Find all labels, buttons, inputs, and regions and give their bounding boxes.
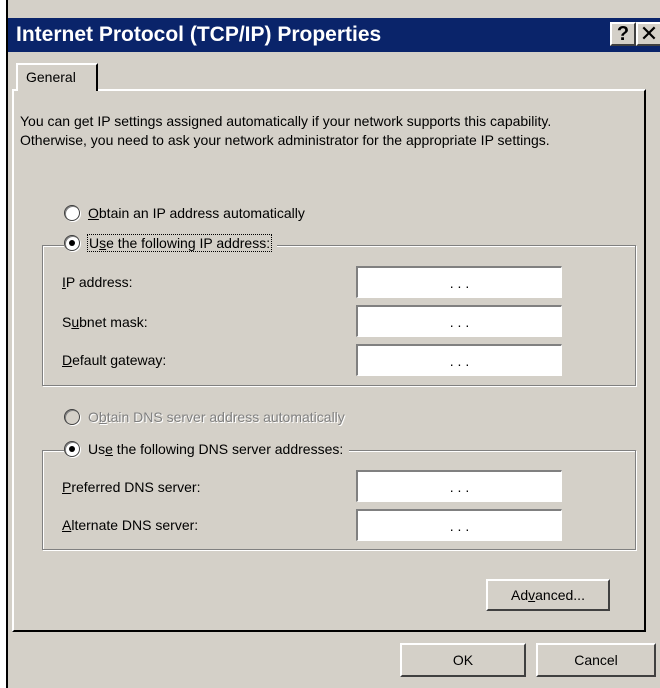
window-title: Internet Protocol (TCP/IP) Properties (16, 23, 382, 46)
subnet-mask-label: Subnet mask: (62, 314, 148, 330)
advanced-button[interactable]: Advanced... (486, 579, 610, 611)
ok-button[interactable]: OK (400, 643, 526, 677)
preferred-dns-field[interactable]: . . . (356, 470, 562, 502)
tab-general[interactable]: General (16, 63, 98, 91)
description-text: You can get IP settings assigned automat… (20, 113, 552, 148)
close-button[interactable]: ✕ (636, 22, 660, 46)
title-bar[interactable]: Internet Protocol (TCP/IP) Properties ? … (8, 18, 660, 52)
use-dns-label: Use the following DNS server addresses: (88, 441, 344, 457)
alternate-dns-label: Alternate DNS server: (62, 517, 199, 533)
preferred-dns-label: Preferred DNS server: (62, 479, 201, 495)
cancel-button[interactable]: Cancel (536, 643, 656, 677)
use-following-dns-option[interactable]: Use the following DNS server addresses: (64, 441, 350, 457)
obtain-dns-radio[interactable] (64, 409, 80, 425)
obtain-ip-radio[interactable] (64, 205, 80, 221)
obtain-dns-label: Obtain DNS server address automatically (88, 409, 345, 425)
obtain-dns-automatically-option[interactable]: Obtain DNS server address automatically (64, 409, 351, 425)
use-following-ip-option[interactable]: Use the following IP address: (64, 234, 278, 252)
default-gateway-label: Default gateway: (62, 352, 167, 368)
obtain-ip-label: Obtain an IP address automatically (88, 205, 305, 221)
default-gateway-field[interactable]: . . . (356, 344, 562, 376)
use-dns-radio[interactable] (64, 441, 80, 457)
obtain-ip-automatically-option[interactable]: Obtain an IP address automatically (64, 205, 311, 221)
ip-address-label: IP address: (62, 274, 133, 290)
ip-address-field[interactable]: . . . (356, 266, 562, 298)
help-button[interactable]: ? (610, 22, 636, 46)
alternate-dns-field[interactable]: . . . (356, 509, 562, 541)
use-ip-radio[interactable] (64, 235, 80, 251)
use-ip-label: Use the following IP address: (86, 234, 273, 252)
subnet-mask-field[interactable]: . . . (356, 305, 562, 337)
